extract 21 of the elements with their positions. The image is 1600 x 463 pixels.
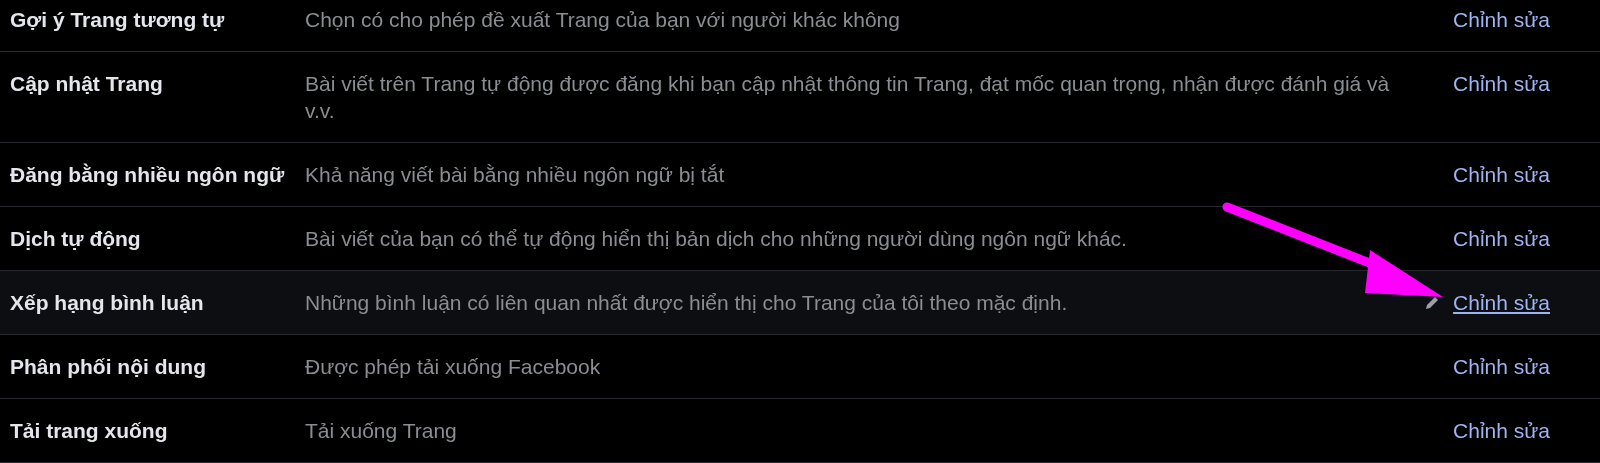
- edit-link[interactable]: Chỉnh sửa: [1453, 353, 1550, 380]
- setting-label: Phân phối nội dung: [10, 354, 207, 380]
- edit-link[interactable]: Chỉnh sửa: [1453, 225, 1550, 252]
- setting-label: Đăng bằng nhiều ngôn ngữ: [10, 162, 286, 188]
- setting-description: Những bình luận có liên quan nhất được hiển thị cho Trang của tôi theo mặc định.: [305, 290, 1069, 316]
- edit-link[interactable]: Chỉnh sửa: [1453, 289, 1550, 316]
- setting-description: Bài viết trên Trang tự động được đăng khi bạn cập nhật thông tin Trang, đạt mốc quan trọng, nhận được đánh giá và v.v.: [305, 71, 1391, 124]
- setting-description: Khả năng viết bài bằng nhiều ngôn ngữ bị tắt: [305, 162, 726, 188]
- edit-link[interactable]: Chỉnh sửa: [1453, 417, 1550, 444]
- setting-description: Tải xuống Trang: [305, 418, 458, 444]
- setting-label: Gợi ý Trang tương tự: [10, 7, 226, 33]
- setting-description: Được phép tải xuống Facebook: [305, 354, 602, 380]
- setting-label: Cập nhật Trang: [10, 71, 164, 97]
- setting-label: Tải trang xuống: [10, 418, 169, 444]
- setting-description: Bài viết của bạn có thể tự động hiển thị bản dịch cho những người dùng ngôn ngữ khác.: [305, 226, 1128, 252]
- setting-description: Chọn có cho phép đề xuất Trang của bạn với người khác không: [305, 7, 901, 33]
- edit-link[interactable]: Chỉnh sửa: [1453, 161, 1550, 188]
- setting-label: Xếp hạng bình luận: [10, 290, 205, 316]
- setting-label: Dịch tự động: [10, 226, 142, 252]
- edit-link[interactable]: Chỉnh sửa: [1453, 6, 1550, 33]
- edit-link[interactable]: Chỉnh sửa: [1453, 70, 1550, 97]
